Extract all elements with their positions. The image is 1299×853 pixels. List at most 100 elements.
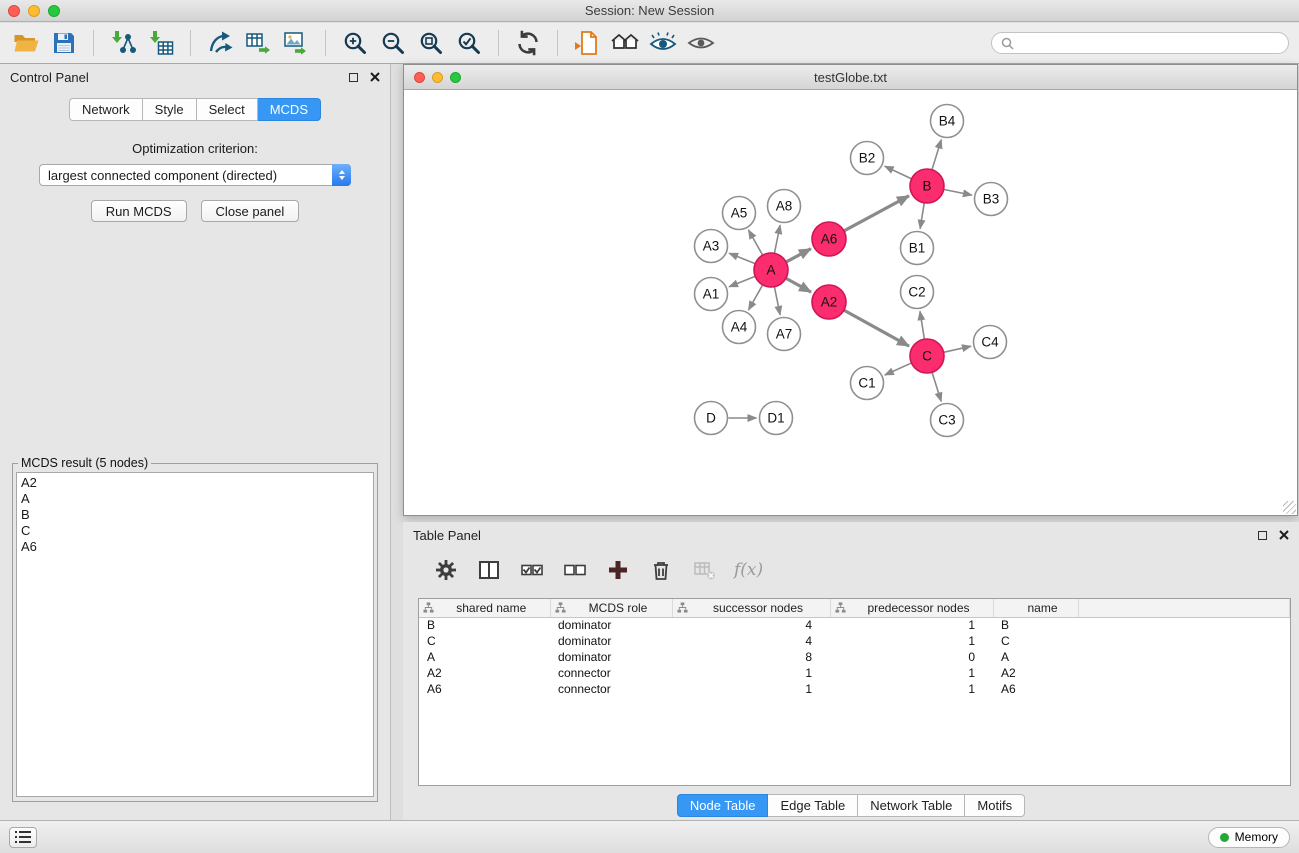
minimize-window-button[interactable] [28,5,40,17]
zoom-in-button[interactable] [339,27,371,59]
graph-edge-A-A1[interactable] [729,277,755,287]
network-close-button[interactable] [414,72,425,83]
tab-select[interactable]: Select [197,98,258,121]
close-panel-button[interactable]: Close panel [201,200,300,222]
tab-mcds[interactable]: MCDS [258,98,321,121]
close-control-panel-icon[interactable] [370,72,380,82]
tab-edge-table[interactable]: Edge Table [768,794,858,817]
graph-edge-C-C2[interactable] [920,311,924,338]
graph-edge-A-A7[interactable] [775,287,781,315]
zoom-window-button[interactable] [48,5,60,17]
graph-edge-C-C1[interactable] [885,363,911,375]
float-panel-icon[interactable] [349,73,358,82]
tab-motifs[interactable]: Motifs [965,794,1025,817]
open-session-button[interactable] [10,27,42,59]
graph-node-C[interactable]: C [910,339,944,373]
network-canvas[interactable]: B4B2BB3A5A8A6B1A3AC2A1A2A4A7C4C1CC3DD1 [404,90,1297,515]
close-table-panel-icon[interactable] [1279,530,1289,540]
graph-node-C4[interactable]: C4 [974,326,1007,359]
table-row[interactable]: Bdominator41B [419,617,1290,633]
graph-node-A[interactable]: A [754,253,788,287]
tab-style[interactable]: Style [143,98,197,121]
graph-node-A7[interactable]: A7 [768,318,801,351]
import-network-button[interactable] [107,27,139,59]
graph-edge-A-A5[interactable] [749,230,763,255]
graph-node-D1[interactable]: D1 [760,402,793,435]
delete-table-button[interactable] [691,557,717,583]
graph-node-C1[interactable]: C1 [851,367,884,400]
graph-node-A1[interactable]: A1 [695,278,728,311]
export-network-button[interactable] [204,27,236,59]
graph-node-B[interactable]: B [910,169,944,203]
graph-edge-B-B3[interactable] [944,190,972,196]
graph-node-B1[interactable]: B1 [901,232,934,265]
select-all-columns-button[interactable] [519,557,545,583]
graph-node-A3[interactable]: A3 [695,230,728,263]
graph-node-B2[interactable]: B2 [851,142,884,175]
mcds-result-item[interactable]: B [21,507,369,523]
network-minimize-button[interactable] [432,72,443,83]
graph-edge-C-C3[interactable] [932,373,941,402]
save-session-button[interactable] [48,27,80,59]
import-table-button[interactable] [145,27,177,59]
table-settings-button[interactable] [433,557,459,583]
mcds-result-item[interactable]: A [21,491,369,507]
graph-edge-A-A2[interactable] [786,279,811,293]
graph-edge-B-B4[interactable] [932,140,941,170]
tab-network-table[interactable]: Network Table [858,794,965,817]
graph-edge-A-A4[interactable] [749,285,763,310]
graph-edge-B-B2[interactable] [885,166,911,178]
float-table-panel-icon[interactable] [1258,531,1267,540]
tab-node-table[interactable]: Node Table [677,794,769,817]
column-header-successor-nodes[interactable]: successor nodes [672,599,830,617]
mcds-result-item[interactable]: C [21,523,369,539]
graphics-details-button[interactable] [647,27,679,59]
function-builder-icon[interactable]: f(x) [734,560,763,580]
annotation-button[interactable] [571,27,603,59]
graph-node-A6[interactable]: A6 [812,222,846,256]
export-table-button[interactable] [242,27,274,59]
close-window-button[interactable] [8,5,20,17]
graph-node-B4[interactable]: B4 [931,105,964,138]
column-header-shared-name[interactable]: shared name [419,599,550,617]
mcds-result-item[interactable]: A2 [21,475,369,491]
graph-edge-A2-C[interactable] [844,310,909,346]
delete-column-button[interactable] [648,557,674,583]
show-hide-button[interactable] [685,27,717,59]
apply-layout-button[interactable] [512,27,544,59]
graph-edge-B-B1[interactable] [920,203,924,228]
network-zoom-button[interactable] [450,72,461,83]
zoom-out-button[interactable] [377,27,409,59]
search-input[interactable] [1019,36,1279,50]
resize-handle[interactable] [1283,501,1296,514]
graph-node-A5[interactable]: A5 [723,197,756,230]
neighbors-button[interactable] [609,27,641,59]
graph-edge-C-C4[interactable] [944,346,971,352]
create-column-button[interactable] [605,557,631,583]
show-columns-button[interactable] [476,557,502,583]
zoom-selected-button[interactable] [453,27,485,59]
zoom-fit-button[interactable] [415,27,447,59]
graph-node-A4[interactable]: A4 [723,311,756,344]
graph-node-B3[interactable]: B3 [975,183,1008,216]
table-row[interactable]: A2connector11A2 [419,665,1290,681]
graph-edge-A-A6[interactable] [786,249,811,262]
graph-node-A8[interactable]: A8 [768,190,801,223]
mcds-result-item[interactable]: A6 [21,539,369,555]
memory-button[interactable]: Memory [1208,827,1290,848]
graph-edge-A-A8[interactable] [775,225,781,253]
table-row[interactable]: A6connector11A6 [419,681,1290,697]
graph-node-C2[interactable]: C2 [901,276,934,309]
task-history-button[interactable] [9,827,37,848]
graph-edge-A-A3[interactable] [729,253,755,263]
column-header-name[interactable]: name [993,599,1078,617]
graph-edge-A6-B[interactable] [844,196,909,231]
export-image-button[interactable] [280,27,312,59]
column-header-mcds-role[interactable]: MCDS role [550,599,672,617]
graph-node-D[interactable]: D [695,402,728,435]
unselect-all-columns-button[interactable] [562,557,588,583]
mcds-result-list[interactable]: A2ABCA6 [16,472,374,797]
run-mcds-button[interactable]: Run MCDS [91,200,187,222]
optimization-dropdown[interactable]: largest connected component (directed) [39,164,351,186]
table-row[interactable]: Adominator80A [419,649,1290,665]
